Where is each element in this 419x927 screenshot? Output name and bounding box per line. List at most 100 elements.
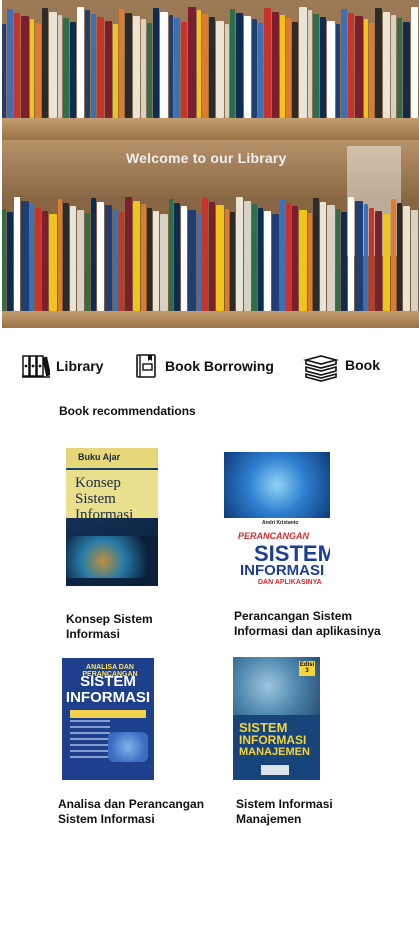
shelf-book: [363, 204, 369, 311]
shelf-book: [125, 12, 132, 118]
book-card-perancangan-sistem-informasi[interactable]: Andri Kristanto PERANCANGAN SISTEM INFOR…: [224, 452, 330, 590]
shelf-book: [369, 22, 375, 118]
book-title-3: Analisa dan Perancangan Sistem Informasi: [58, 797, 205, 826]
nav-book-borrowing[interactable]: Book Borrowing: [135, 354, 274, 378]
cover-header: Buku Ajar: [78, 452, 121, 462]
cover-title: Konsep Sistem Informasi: [75, 475, 134, 523]
shelf-book: [146, 207, 152, 311]
shelf-book: [355, 16, 363, 118]
shelf-book: [29, 19, 35, 118]
cover-line2: SISTEM: [80, 673, 136, 690]
shelf-book: [104, 205, 113, 311]
shelf-plank: [2, 311, 419, 328]
shelf-book: [97, 201, 104, 311]
shelf-book: [76, 7, 85, 118]
shelf-book: [313, 198, 319, 311]
shelf-book: [90, 198, 97, 311]
nav-library-label: Library: [56, 358, 104, 374]
shelf-book: [410, 7, 419, 118]
shelf-book: [35, 207, 41, 311]
shelf-book: [41, 8, 49, 118]
top-book-row: [2, 6, 419, 118]
book-card-konsep-sistem-informasi[interactable]: Buku Ajar Konsep Sistem Informasi: [66, 448, 158, 588]
cover-line2: INFORMASI: [239, 733, 307, 747]
shelf-book: [208, 201, 216, 311]
shelf-book: [236, 12, 243, 118]
cover-author: Andri Kristanto: [262, 520, 299, 526]
shelf-book: [243, 200, 252, 311]
shelf-book: [280, 14, 285, 118]
shelf-book: [132, 16, 141, 118]
nav-library[interactable]: Library: [22, 354, 103, 378]
book-card-sistem-informasi-manajemen[interactable]: Edisi 3 SISTEM INFORMASI MANAJEMEN: [233, 657, 320, 780]
shelf-book: [168, 199, 174, 311]
shelf-book: [69, 21, 76, 118]
shelf-book: [391, 199, 396, 311]
hero-title: Welcome to our Library: [126, 150, 287, 166]
shelf-book: [118, 212, 125, 311]
cover-line3: INFORMASI: [65, 689, 151, 706]
shelf-book: [160, 214, 168, 311]
shelf-plank: [2, 118, 419, 140]
shelf-book: [264, 8, 271, 118]
shelf-book: [85, 10, 90, 118]
shelf-book: [35, 22, 41, 118]
section-title: Book recommendations: [59, 404, 196, 418]
shelf-book: [49, 214, 57, 311]
book-title-4: Sistem Informasi Manajemen: [236, 797, 333, 826]
shelf-book: [63, 18, 69, 118]
bottom-book-row: [2, 196, 419, 311]
shelf-back-panel: [2, 140, 419, 256]
hero-banner: Welcome to our Library: [2, 0, 419, 328]
shelf-book: [174, 18, 180, 118]
book-stack-icon: [303, 355, 339, 382]
shelf-book: [97, 17, 104, 118]
shelf-book: [208, 17, 216, 118]
shelf-book: [2, 23, 7, 118]
shelf-book: [307, 213, 313, 311]
shelf-book: [347, 197, 355, 311]
book-clipboard-icon: [136, 354, 156, 378]
shelf-book: [369, 207, 375, 311]
shelf-book: [271, 11, 280, 118]
cover-badge: Edisi 3: [299, 661, 315, 676]
nav-book[interactable]: Book: [303, 354, 380, 382]
book-cover-image: Buku Ajar Konsep Sistem Informasi: [66, 448, 158, 586]
shelf-book: [327, 20, 335, 118]
shelf-book: [257, 22, 264, 118]
shelf-book: [76, 209, 85, 311]
cover-line3: INFORMASI: [240, 562, 325, 579]
shelf-book: [257, 207, 264, 311]
shelf-book: [236, 197, 243, 311]
shelf-book: [113, 23, 118, 118]
shelf-book: [188, 209, 196, 311]
shelf-book: [229, 9, 236, 118]
bookshelf-icon: [22, 355, 50, 378]
shelf-book: [21, 16, 29, 118]
shelf-book: [224, 208, 229, 311]
shelf-book: [299, 7, 307, 118]
shelf-book: [319, 201, 327, 311]
shelf-book: [202, 13, 208, 118]
shelf-book: [152, 8, 160, 118]
book-card-analisa-perancangan[interactable]: ANALISA DAN PERANCANGAN SISTEM INFORMASI: [62, 658, 154, 780]
book-title-2: Perancangan Sistem Informasi dan aplikas…: [234, 609, 381, 638]
shelf-book: [13, 12, 21, 118]
shelf-book: [57, 199, 63, 311]
cover-line4: DAN APLIKASINYA: [258, 579, 322, 586]
shelf-book: [382, 11, 391, 118]
shelf-book: [224, 23, 229, 118]
shelf-book: [180, 21, 188, 118]
shelf-book: [85, 213, 90, 311]
shelf-book: [41, 210, 49, 311]
shelf-book: [125, 197, 132, 311]
nav-book-borrowing-label: Book Borrowing: [165, 358, 274, 374]
shelf-book: [168, 14, 174, 118]
book-title-1: Konsep Sistem Informasi: [66, 612, 153, 641]
shelf-book: [355, 200, 363, 311]
shelf-book: [319, 17, 327, 118]
shelf-book: [335, 208, 341, 311]
shelf-book: [7, 9, 13, 118]
shelf-book: [375, 210, 382, 311]
shelf-book: [152, 210, 160, 311]
